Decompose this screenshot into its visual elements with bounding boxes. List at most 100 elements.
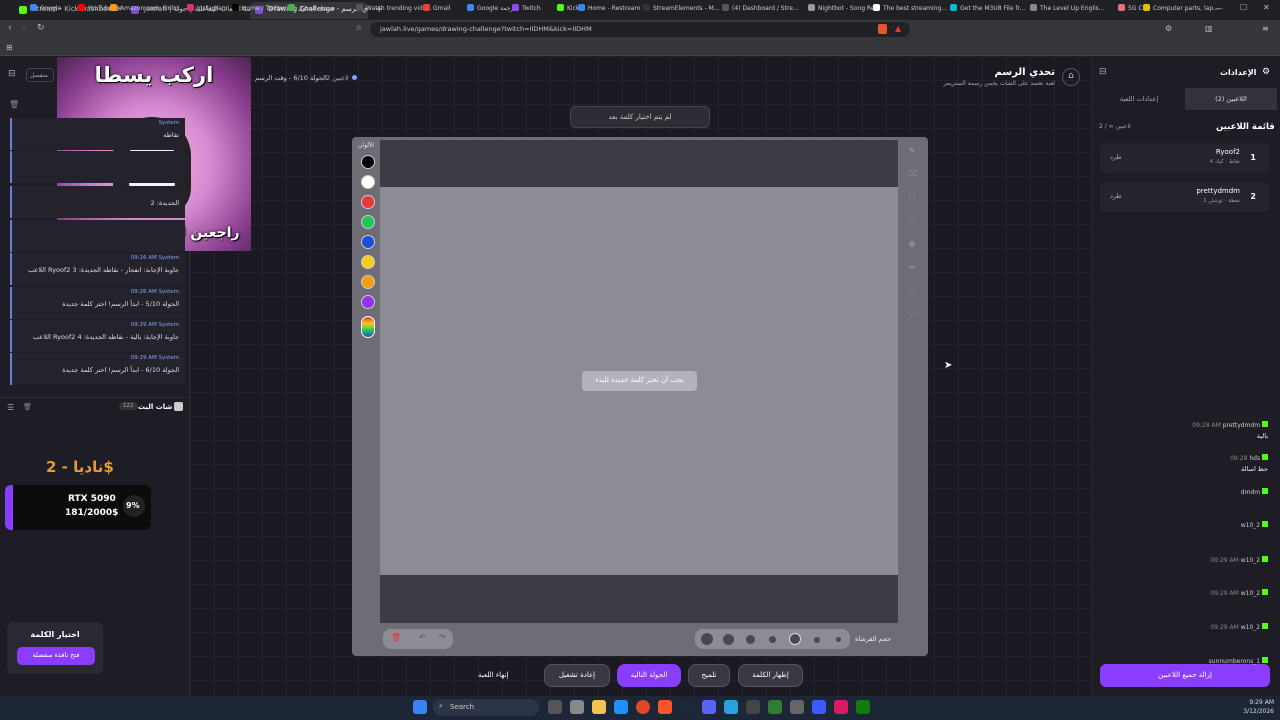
bookmark-item[interactable]: Google (30, 4, 61, 12)
chrome-icon[interactable] (636, 700, 650, 714)
app-icon[interactable] (790, 700, 804, 714)
custom-color-picker[interactable] (361, 316, 375, 338)
eraser-tool-icon[interactable]: ⌫ (906, 169, 918, 181)
url-input[interactable]: jawlah.live/games/drawing-challenge?twit… (370, 22, 910, 37)
fill-tool-icon[interactable]: ● (906, 239, 918, 251)
app-icon[interactable] (746, 700, 760, 714)
tab-players[interactable]: اللاعبين (2) (1185, 88, 1277, 110)
line-tool-icon[interactable]: ╱ (906, 310, 918, 322)
color-swatch[interactable] (361, 255, 375, 269)
restart-button[interactable]: إعادة تشغيل (544, 664, 610, 687)
reload-icon[interactable]: ↻ (37, 23, 45, 33)
bookmark-item[interactable]: Instagram (187, 4, 228, 12)
rectangle-tool-icon[interactable]: ▭ (906, 216, 918, 228)
chat-message: 09:28 AM prettydmdm بالية (1098, 421, 1268, 440)
circle-tool-icon[interactable]: ○ (906, 192, 918, 204)
brush-size-xxs[interactable] (836, 637, 841, 642)
task-view-icon[interactable] (548, 700, 562, 714)
apps-grid-icon[interactable]: ⊞ (6, 43, 13, 52)
bookmark-item[interactable]: YouTube (78, 4, 112, 12)
file-explorer-icon[interactable] (592, 700, 606, 714)
tab-game-settings[interactable]: إعدادات اللعبة (1093, 88, 1185, 110)
undo-icon[interactable]: ↶ (419, 633, 426, 642)
bookmark-item[interactable]: Google ترجمة (467, 4, 515, 12)
sidebar-icon[interactable]: ▥ (1205, 24, 1213, 33)
app-icon[interactable] (768, 700, 782, 714)
redo-icon[interactable]: ↷ (439, 633, 446, 642)
next-round-button[interactable]: الجولة التالية (617, 664, 681, 687)
collapse-panel-icon[interactable]: ⊟ (8, 69, 16, 79)
discord-icon[interactable] (702, 700, 716, 714)
bookmark-item[interactable]: تسجيل الدخول (288, 4, 335, 12)
bookmark-item[interactable]: Computer parts, lap... (1143, 4, 1219, 12)
color-swatch[interactable] (361, 175, 375, 189)
bookmark-item[interactable]: Kick (557, 4, 579, 12)
bookmark-star-icon[interactable]: ☆ (355, 23, 362, 32)
brave-icon[interactable] (658, 700, 672, 714)
forward-icon[interactable]: › (22, 23, 26, 33)
bookmark-item[interactable]: Amazon.com: Onlin... (110, 4, 184, 12)
bookmark-item[interactable]: Get the M3U8 File fr... (950, 4, 1025, 12)
maximize-icon[interactable]: ☐ (1240, 3, 1247, 12)
app-icon[interactable] (812, 700, 826, 714)
color-swatch[interactable] (361, 155, 375, 169)
trash-icon[interactable]: 🗑 (23, 403, 32, 411)
show-word-button[interactable]: إظهار الكلمة (738, 664, 803, 687)
kick-favicon-icon (19, 6, 27, 14)
taskbar-search-box[interactable]: ⌕ Search (433, 699, 539, 716)
color-swatch[interactable] (361, 195, 375, 209)
app-icon[interactable] (834, 700, 848, 714)
list-icon[interactable]: ☰ (7, 403, 14, 412)
brush-size-l[interactable] (723, 634, 734, 645)
brush-size-selected[interactable] (789, 633, 801, 645)
page-title: تحدي الرسم (994, 67, 1055, 78)
kick-player-button[interactable]: طرد (1110, 153, 1122, 161)
players-count-header: 2 لاعبين (326, 74, 349, 82)
menu-icon[interactable]: ≡ (1262, 24, 1269, 33)
brush-size-xs[interactable] (814, 637, 820, 643)
home-icon[interactable]: ⌂ (1062, 68, 1080, 86)
steam-icon[interactable] (680, 700, 694, 714)
color-swatch[interactable] (361, 235, 375, 249)
clear-canvas-icon[interactable]: 🗑 (391, 633, 401, 642)
trash-icon[interactable]: 🗑 (9, 100, 19, 109)
text-tool-icon[interactable]: ▬ (906, 262, 918, 274)
extensions-icon[interactable]: ⚙ (1165, 24, 1172, 33)
brush-size-xl[interactable] (701, 633, 713, 645)
bookmark-item[interactable]: Watch trending vide... (356, 4, 432, 12)
bookmark-item[interactable]: Gmail (423, 4, 451, 12)
back-icon[interactable]: ‹ (8, 23, 12, 33)
collapse-settings-icon[interactable]: ⊟ (1099, 67, 1107, 77)
hint-button[interactable]: تلميح (688, 664, 730, 687)
bookmark-item[interactable]: Home / Twitter (232, 4, 286, 12)
color-swatch[interactable] (361, 275, 375, 289)
end-game-button[interactable]: إنهاء اللعبة (478, 671, 508, 679)
rewards-icon[interactable]: ▲ (895, 24, 901, 33)
bookmark-label: تسجيل الدخول (298, 5, 335, 12)
open-separate-window-button[interactable]: فتح نافذة منفصلة (17, 647, 95, 665)
bucket-tool-icon[interactable]: ⛀ (906, 286, 918, 298)
color-swatch[interactable] (361, 295, 375, 309)
bookmark-item[interactable]: (4) Dashboard / Stre... (722, 4, 799, 12)
address-bar-row: ‹ › ↻ ☆ jawlah.live/games/drawing-challe… (0, 20, 1280, 39)
xbox-icon[interactable] (856, 700, 870, 714)
mail-icon[interactable] (614, 700, 628, 714)
settings-app-icon[interactable] (570, 700, 584, 714)
pen-tool-icon[interactable]: ✎ (906, 146, 918, 158)
bookmark-item[interactable]: The Level Up Englis... (1030, 4, 1105, 12)
bookmark-item[interactable]: Twitch (512, 4, 541, 12)
bookmark-item[interactable]: The best streaming... (873, 4, 947, 12)
taskbar-search-label: Search (450, 703, 475, 711)
bookmark-item[interactable]: StreamElements - M... (643, 4, 720, 12)
bookmark-item[interactable]: Home - Restream (578, 4, 640, 12)
brave-shield-icon[interactable] (878, 24, 887, 34)
windows-start-icon[interactable] (413, 700, 427, 714)
window-close-icon[interactable]: ✕ (1263, 3, 1270, 12)
kick-player-button[interactable]: طرد (1110, 192, 1122, 200)
bookmark-item[interactable]: Nightbot - Song Re... (808, 4, 880, 12)
system-message-text: الجديدة: 2 (150, 199, 179, 207)
brush-size-s[interactable] (769, 636, 776, 643)
telegram-icon[interactable] (724, 700, 738, 714)
color-swatch[interactable] (361, 215, 375, 229)
brush-size-m[interactable] (746, 635, 755, 644)
